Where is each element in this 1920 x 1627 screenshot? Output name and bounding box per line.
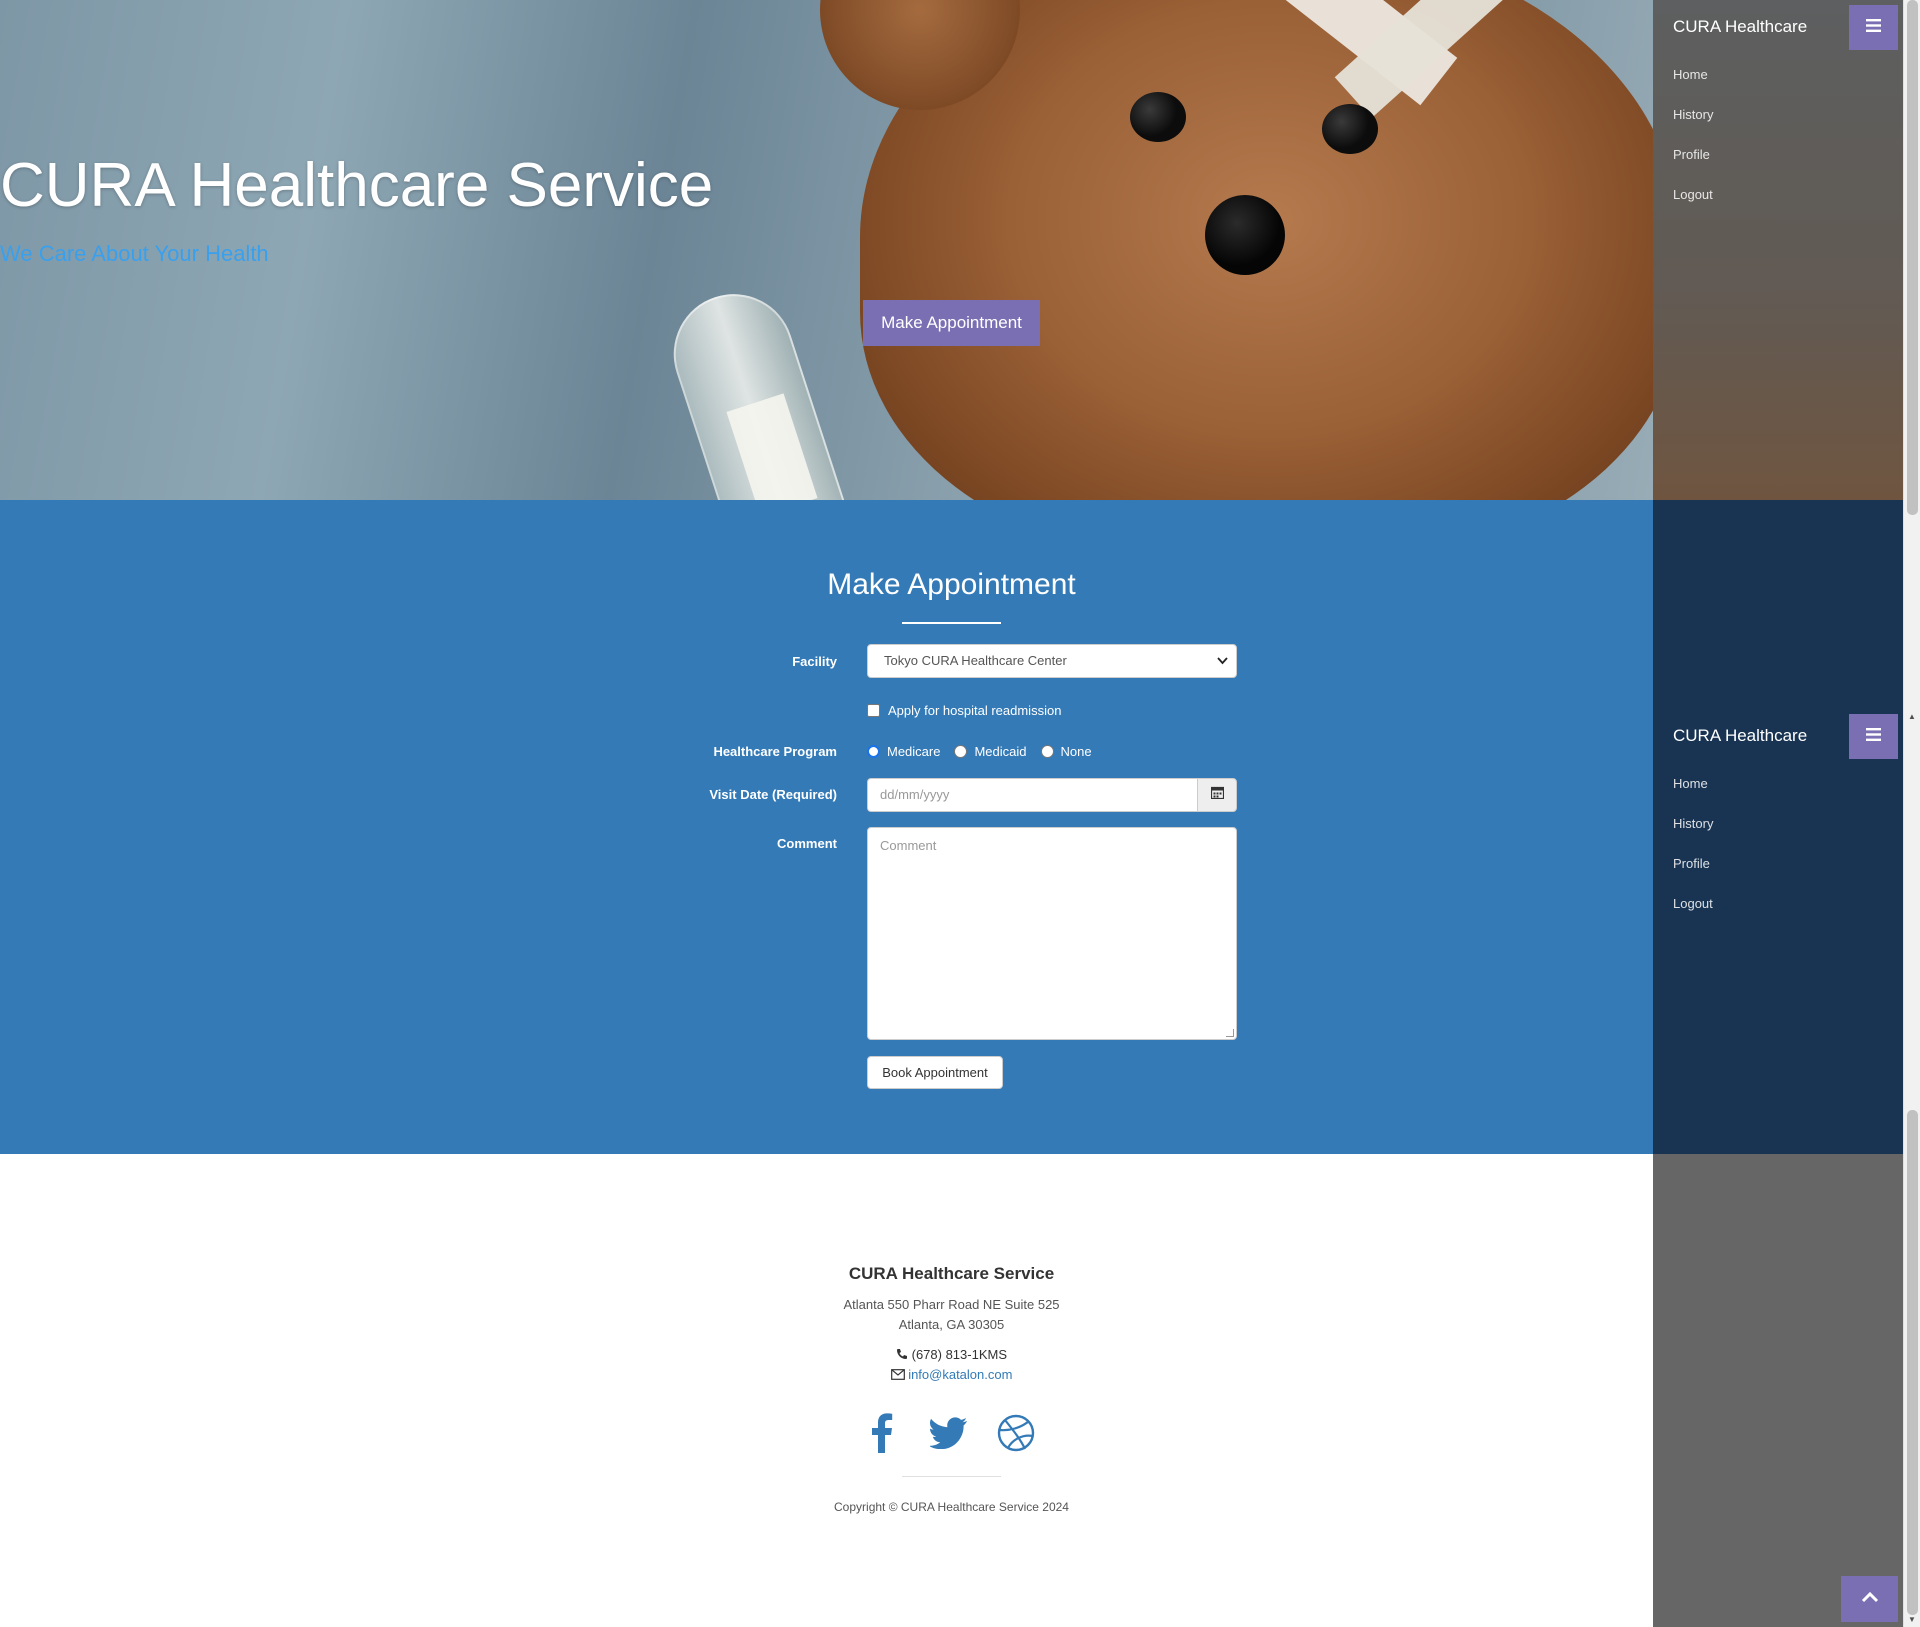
- comment-label: Comment: [777, 836, 837, 851]
- hamburger-icon: [1866, 727, 1881, 746]
- appointment-title: Make Appointment: [827, 568, 1076, 601]
- sidebar-item-home[interactable]: Home: [1673, 67, 1708, 82]
- facebook-icon: [871, 1412, 893, 1458]
- sidebar-item-logout[interactable]: Logout: [1673, 187, 1713, 202]
- readmission-checkbox[interactable]: [867, 704, 880, 717]
- radio-label: Medicare: [887, 744, 941, 759]
- footer-address-line2: Atlanta, GA 30305: [898, 1317, 1005, 1332]
- sidebar-item-home[interactable]: Home: [1673, 776, 1708, 791]
- resize-handle[interactable]: [1226, 1029, 1234, 1037]
- scroll-to-top-button[interactable]: [1841, 1576, 1898, 1622]
- hero-subtitle: We Care About Your Health: [0, 241, 269, 266]
- program-radio-group: Medicare Medicaid None: [867, 744, 1106, 759]
- sidebar-item-history[interactable]: History: [1673, 816, 1713, 831]
- scrollbar-thumb[interactable]: [1907, 0, 1918, 515]
- email-link[interactable]: info@katalon.com: [908, 1367, 1012, 1382]
- menu-toggle-button[interactable]: [1849, 5, 1898, 50]
- menu-toggle-button[interactable]: [1849, 714, 1898, 759]
- book-appointment-button[interactable]: Book Appointment: [867, 1056, 1003, 1089]
- sidebar-item-history[interactable]: History: [1673, 107, 1713, 122]
- twitter-icon: [928, 1416, 968, 1454]
- sidebar-item-logout[interactable]: Logout: [1673, 896, 1713, 911]
- dribbble-icon: [997, 1414, 1035, 1457]
- radio-medicare[interactable]: [867, 745, 880, 758]
- footer-address-line1: Atlanta 550 Pharr Road NE Suite 525: [843, 1297, 1060, 1312]
- footer-copyright: Copyright © CURA Healthcare Service 2024: [834, 1500, 1069, 1514]
- sidebar-overlay: CURA Healthcare Home History Profile Log…: [1653, 0, 1903, 1627]
- comment-placeholder: Comment: [880, 838, 937, 853]
- hero-title: CURA Healthcare Service: [0, 151, 714, 220]
- sidebar-brand[interactable]: CURA Healthcare: [1673, 726, 1807, 746]
- phone-number: (678) 813-1KMS: [911, 1347, 1007, 1362]
- sidebar-item-profile[interactable]: Profile: [1673, 147, 1710, 162]
- visit-date-label: Visit Date (Required): [709, 787, 837, 802]
- scrollbar-thumb[interactable]: [1907, 1110, 1918, 1615]
- hamburger-icon: [1866, 18, 1881, 37]
- chevron-down-icon: [1217, 645, 1228, 689]
- page-scrollbar[interactable]: ▲ ▼: [1903, 0, 1920, 1627]
- readmission-label: Apply for hospital readmission: [888, 703, 1062, 718]
- envelope-icon: [890, 1367, 909, 1382]
- twitter-link[interactable]: [927, 1410, 971, 1460]
- hero-image-eye: [1322, 104, 1378, 154]
- scroll-down-arrow-icon[interactable]: ▼: [1908, 1615, 1916, 1624]
- chevron-up-icon: [1861, 1590, 1879, 1608]
- readmission-row: Apply for hospital readmission: [867, 703, 1061, 718]
- sidebar-brand[interactable]: CURA Healthcare: [1673, 17, 1807, 37]
- comment-textarea[interactable]: Comment: [867, 827, 1237, 1040]
- calendar-icon: [1210, 786, 1224, 804]
- radio-none[interactable]: [1040, 745, 1054, 758]
- radio-label: Medicaid: [974, 744, 1027, 759]
- footer-phone: (678) 813-1KMS: [0, 1347, 1903, 1362]
- facility-select[interactable]: Tokyo CURA Healthcare Center: [867, 644, 1237, 678]
- make-appointment-button[interactable]: Make Appointment: [863, 300, 1040, 346]
- footer-email: info@katalon.com: [0, 1367, 1903, 1382]
- sidebar-item-profile[interactable]: Profile: [1673, 856, 1710, 871]
- program-option-none[interactable]: None: [1040, 744, 1092, 759]
- radio-medicaid[interactable]: [954, 745, 968, 758]
- hero-image-eye: [1130, 92, 1186, 142]
- radio-label: None: [1060, 744, 1092, 759]
- facebook-link[interactable]: [860, 1410, 904, 1460]
- title-divider: [902, 622, 1001, 624]
- program-option-medicaid[interactable]: Medicaid: [954, 744, 1027, 759]
- facility-label: Facility: [792, 654, 837, 669]
- visit-date-input[interactable]: dd/mm/yyyy: [867, 778, 1198, 812]
- dribbble-link[interactable]: [994, 1410, 1038, 1460]
- calendar-button[interactable]: [1197, 778, 1237, 812]
- facility-selected-value: Tokyo CURA Healthcare Center: [884, 653, 1067, 668]
- program-option-medicare[interactable]: Medicare: [867, 744, 940, 759]
- program-label: Healthcare Program: [713, 744, 837, 759]
- phone-icon: [896, 1347, 912, 1362]
- footer-company-name: CURA Healthcare Service: [848, 1264, 1055, 1283]
- scroll-up-arrow-icon[interactable]: ▲: [1908, 712, 1916, 721]
- footer-divider: [902, 1476, 1001, 1477]
